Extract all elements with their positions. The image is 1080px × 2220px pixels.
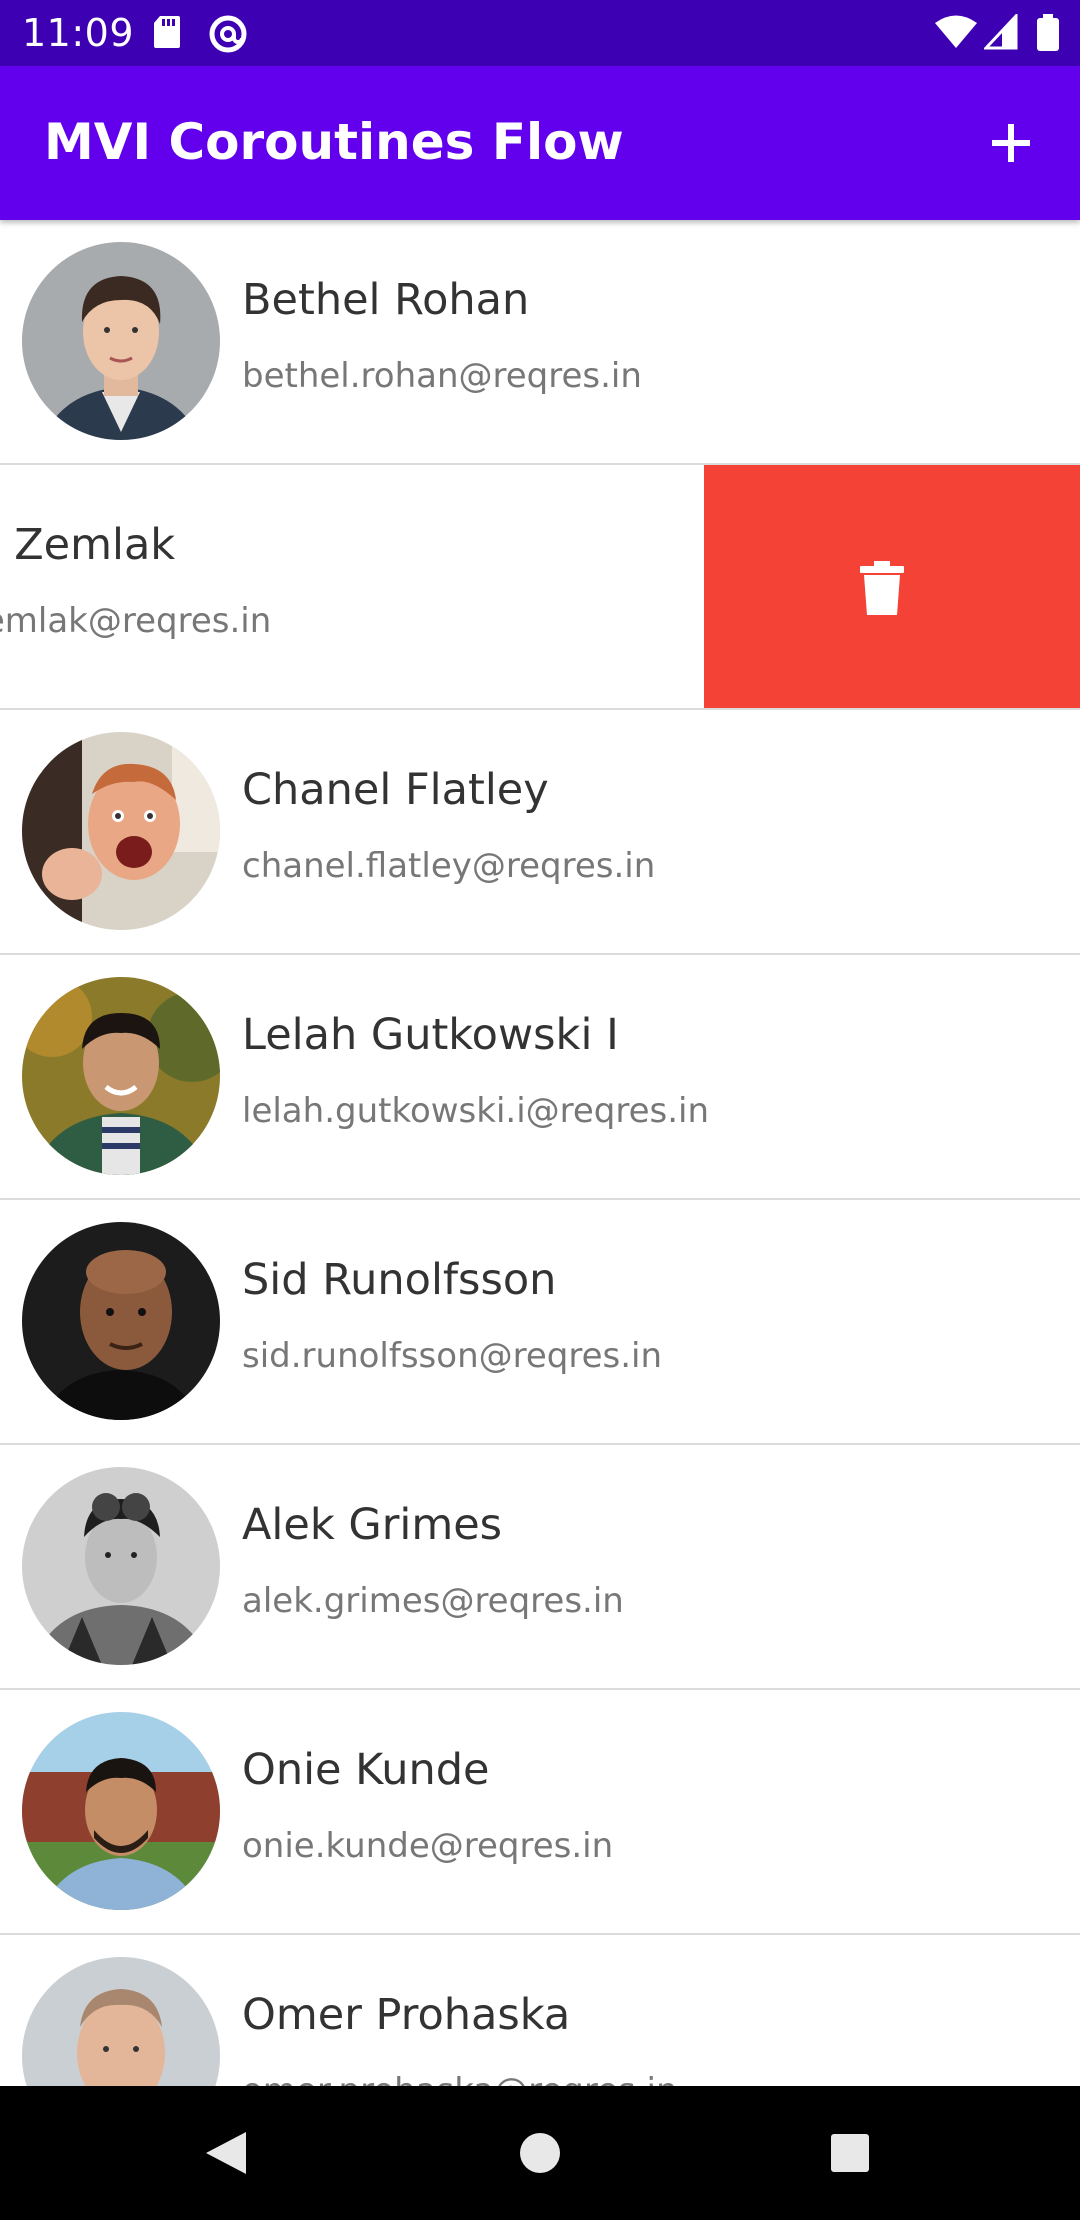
list-item[interactable]: Bethel Rohan bethel.rohan@reqres.in — [0, 220, 1080, 465]
user-name: Onie Kunde — [242, 1745, 490, 1795]
list-item[interactable]: Chanel Flatley chanel.flatley@reqres.in — [0, 710, 1080, 955]
onie-avatar — [22, 1712, 220, 1910]
user-name: Sid Runolfsson — [242, 1255, 557, 1305]
list-item[interactable]: Onie Kunde onie.kunde@reqres.in — [0, 1690, 1080, 1935]
home-icon — [520, 2133, 560, 2173]
user-email: alek.grimes@reqres.in — [242, 1581, 624, 1621]
user-name: Chanel Flatley — [242, 765, 549, 815]
status-bar: 11:09 — [0, 0, 1080, 66]
sid-avatar — [22, 1222, 220, 1420]
user-email: onie.kunde@reqres.in — [242, 1826, 614, 1866]
at-sign-icon — [208, 14, 248, 58]
bethel-avatar — [22, 242, 220, 440]
list-item[interactable]: Sid Runolfsson sid.runolfsson@reqres.in — [0, 1200, 1080, 1445]
omer-avatar — [22, 1957, 220, 2086]
alek-avatar — [22, 1467, 220, 1665]
user-email: omer.prohaska@reqres.in — [242, 2069, 678, 2086]
app-title: MVI Coroutines Flow — [44, 113, 624, 171]
navigation-bar — [0, 2086, 1080, 2220]
wifi-icon — [934, 14, 978, 54]
trash-icon — [860, 561, 904, 615]
list-item-swiped[interactable]: rt Zemlak zemlak@reqres.in — [0, 465, 1080, 710]
user-email: lelah.gutkowski.i@reqres.in — [242, 1091, 710, 1131]
list-item[interactable]: Alek Grimes alek.grimes@reqres.in — [0, 1445, 1080, 1690]
user-name: Omer Prohaska — [242, 1990, 571, 2040]
user-name: rt Zemlak — [0, 520, 176, 570]
user-name: Alek Grimes — [242, 1500, 503, 1550]
user-email: sid.runolfsson@reqres.in — [242, 1336, 663, 1376]
add-user-button[interactable] — [978, 110, 1044, 176]
user-name: Bethel Rohan — [242, 275, 530, 325]
swiped-content: rt Zemlak zemlak@reqres.in — [0, 465, 804, 708]
recents-button[interactable] — [783, 2086, 917, 2220]
sd-card-icon — [152, 14, 182, 54]
status-time: 11:09 — [22, 11, 135, 55]
list-item[interactable]: Omer Prohaska omer.prohaska@reqres.in — [0, 1935, 1080, 2086]
user-email: zemlak@reqres.in — [0, 601, 272, 641]
back-icon — [206, 2132, 246, 2174]
lelah-avatar — [22, 977, 220, 1175]
list-item[interactable]: Lelah Gutkowski I lelah.gutkowski.i@reqr… — [0, 955, 1080, 1200]
user-email: bethel.rohan@reqres.in — [242, 356, 642, 396]
user-name: Lelah Gutkowski I — [242, 1010, 619, 1060]
home-button[interactable] — [473, 2086, 607, 2220]
battery-icon — [1036, 14, 1060, 56]
app-bar: MVI Coroutines Flow — [0, 66, 1080, 220]
back-button[interactable] — [158, 2086, 292, 2220]
delete-action[interactable] — [704, 465, 1080, 708]
recents-icon — [831, 2134, 869, 2172]
signal-icon — [982, 12, 1018, 54]
add-icon — [992, 124, 1030, 162]
user-list[interactable]: Bethel Rohan bethel.rohan@reqres.in rt Z… — [0, 220, 1080, 2086]
user-email: chanel.flatley@reqres.in — [242, 846, 656, 886]
chanel-avatar — [22, 732, 220, 930]
